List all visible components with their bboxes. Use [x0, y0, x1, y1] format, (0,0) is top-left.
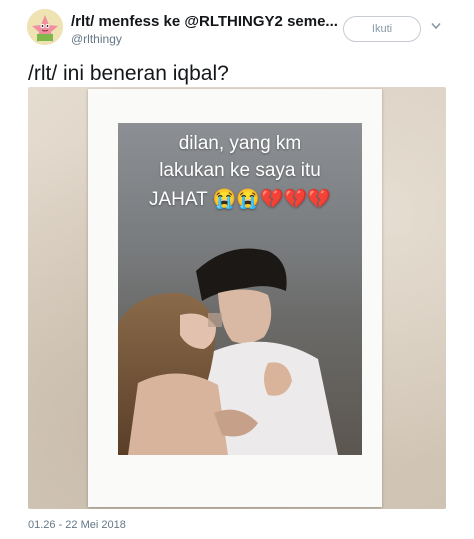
account-name[interactable]: /rlt/ menfess ke @RLTHINGY2 seme... — [71, 13, 341, 30]
story-caption-line-3: JAHAT 😭😭💔💔💔 — [149, 189, 331, 210]
story-caption-line-1: dilan, yang km — [178, 133, 302, 154]
account-handle[interactable]: @rlthingy — [71, 32, 122, 46]
polaroid-frame: dilan, yang km lakukan ke saya itu JAHAT… — [88, 89, 382, 507]
patrick-star-avatar-icon — [27, 9, 63, 45]
chevron-down-icon[interactable] — [431, 22, 441, 30]
polaroid-image: dilan, yang km lakukan ke saya itu JAHAT… — [118, 123, 362, 455]
follow-button[interactable]: Ikuti — [343, 16, 421, 42]
avatar[interactable] — [27, 9, 63, 45]
tweet-text: /rlt/ ini beneran iqbal? — [28, 62, 229, 85]
tweet-card: /rlt/ menfess ke @RLTHINGY2 seme... @rlt… — [0, 0, 474, 539]
tweet-timestamp[interactable]: 01.26 - 22 Mei 2018 — [28, 519, 126, 531]
tweet-photo[interactable]: dilan, yang km lakukan ke saya itu JAHAT… — [28, 87, 446, 509]
story-caption-line-2: lakukan ke saya itu — [159, 160, 321, 181]
